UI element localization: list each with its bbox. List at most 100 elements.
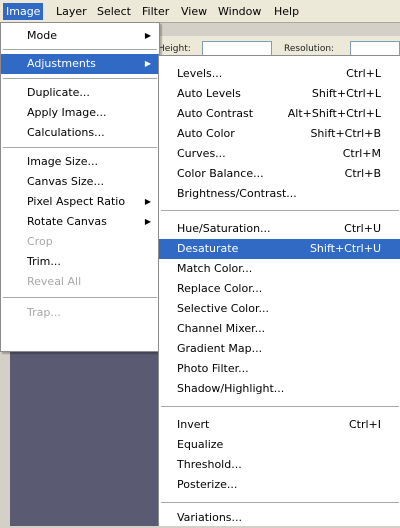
menu-item-threshold-label: Threshold... — [177, 458, 242, 471]
menu-select[interactable]: Select — [94, 4, 134, 19]
shortcut-text: Shift+Ctrl+L — [311, 87, 381, 100]
menu-item-desaturate-label: Desaturate — [177, 242, 239, 255]
menu-item-rotate-canvas[interactable]: Rotate Canvas ▶ — [1, 212, 159, 232]
menu-item-reveal-all: Reveal All — [1, 272, 159, 292]
menu-item-auto-color[interactable]: Auto Color Shift+Ctrl+B — [159, 124, 400, 144]
menu-item-mode-label: Mode — [27, 29, 57, 42]
resolution-field[interactable] — [350, 41, 400, 56]
shortcut-text: Shift+Ctrl+U — [309, 242, 381, 255]
menu-item-match-color-label: Match Color... — [177, 262, 253, 275]
separator — [161, 406, 399, 407]
menu-layer[interactable]: Layer — [53, 4, 90, 19]
separator — [3, 78, 157, 79]
menu-item-trim[interactable]: Trim... — [1, 252, 159, 272]
menu-item-reveal-all-label: Reveal All — [27, 275, 82, 288]
menu-item-curves-label: Curves... — [177, 147, 226, 160]
menu-item-calculations-label: Calculations... — [27, 126, 105, 139]
menu-item-equalize-label: Equalize — [177, 438, 224, 451]
document-canvas[interactable] — [10, 345, 158, 526]
menu-item-gradient-map-label: Gradient Map... — [177, 342, 263, 355]
menu-item-shadow-highlight[interactable]: Shadow/Highlight... — [159, 379, 400, 399]
menu-item-channel-mixer-label: Channel Mixer... — [177, 322, 266, 335]
menu-item-canvas-size[interactable]: Canvas Size... — [1, 172, 159, 192]
menu-item-variations[interactable]: Variations... — [159, 508, 400, 528]
separator — [161, 502, 399, 503]
separator — [161, 210, 399, 211]
menu-item-brightness-contrast[interactable]: Brightness/Contrast... — [159, 184, 400, 204]
menu-item-crop: Crop — [1, 232, 159, 252]
submenu-arrow-icon: ▶ — [144, 197, 151, 206]
menu-item-crop-label: Crop — [27, 235, 53, 248]
menu-item-selective-color-label: Selective Color... — [177, 302, 269, 315]
menu-item-match-color[interactable]: Match Color... — [159, 259, 400, 279]
menu-item-equalize[interactable]: Equalize — [159, 435, 400, 455]
menu-item-adjustments[interactable]: Adjustments ▶ — [1, 54, 159, 74]
menu-item-selective-color[interactable]: Selective Color... — [159, 299, 400, 319]
menu-item-threshold[interactable]: Threshold... — [159, 455, 400, 475]
menu-item-duplicate[interactable]: Duplicate... — [1, 83, 159, 103]
menu-item-hue-saturation-label: Hue/Saturation... — [177, 222, 271, 235]
menu-item-photo-filter[interactable]: Photo Filter... — [159, 359, 400, 379]
menu-item-trap: Trap... — [1, 303, 159, 323]
menu-window[interactable]: Window — [215, 4, 264, 19]
menu-item-pixel-aspect-ratio-label: Pixel Aspect Ratio — [27, 195, 126, 208]
menu-item-trap-label: Trap... — [27, 306, 61, 319]
separator — [3, 147, 157, 148]
menu-item-posterize[interactable]: Posterize... — [159, 475, 400, 495]
menu-item-mode[interactable]: Mode ▶ — [1, 26, 159, 46]
shortcut-text: Shift+Ctrl+B — [310, 127, 381, 140]
shortcut-text: Alt+Shift+Ctrl+L — [287, 107, 381, 120]
menu-item-duplicate-label: Duplicate... — [27, 86, 90, 99]
menu-item-photo-filter-label: Photo Filter... — [177, 362, 249, 375]
menu-item-apply-image[interactable]: Apply Image... — [1, 103, 159, 123]
menu-item-calculations[interactable]: Calculations... — [1, 123, 159, 143]
menu-item-auto-color-label: Auto Color — [177, 127, 235, 140]
shortcut-text: Ctrl+M — [342, 147, 381, 160]
menu-item-hue-saturation[interactable]: Hue/Saturation... Ctrl+U — [159, 219, 400, 239]
menu-item-adjustments-label: Adjustments — [27, 57, 96, 70]
menu-item-levels-label: Levels... — [177, 67, 223, 80]
shortcut-text: Ctrl+B — [344, 167, 381, 180]
menu-item-brightness-contrast-label: Brightness/Contrast... — [177, 187, 297, 200]
submenu-arrow-icon: ▶ — [144, 31, 151, 40]
separator — [3, 49, 157, 50]
menu-item-trim-label: Trim... — [27, 255, 61, 268]
adjustments-submenu: Levels... Ctrl+L Auto Levels Shift+Ctrl+… — [158, 55, 400, 526]
menu-filter[interactable]: Filter — [139, 4, 172, 19]
menu-item-rotate-canvas-label: Rotate Canvas — [27, 215, 107, 228]
menu-item-invert-label: Invert — [177, 418, 210, 431]
menu-view[interactable]: View — [178, 4, 210, 19]
menu-item-gradient-map[interactable]: Gradient Map... — [159, 339, 400, 359]
menu-item-color-balance-label: Color Balance... — [177, 167, 264, 180]
height-label: Height: — [158, 44, 191, 54]
menu-item-image-size[interactable]: Image Size... — [1, 152, 159, 172]
menu-item-shadow-highlight-label: Shadow/Highlight... — [177, 382, 285, 395]
menu-item-desaturate[interactable]: Desaturate Shift+Ctrl+U — [159, 239, 400, 259]
menu-image[interactable]: Image — [3, 3, 44, 20]
menu-item-canvas-size-label: Canvas Size... — [27, 175, 104, 188]
menu-item-levels[interactable]: Levels... Ctrl+L — [159, 64, 400, 84]
menu-item-auto-contrast[interactable]: Auto Contrast Alt+Shift+Ctrl+L — [159, 104, 400, 124]
menu-item-color-balance[interactable]: Color Balance... Ctrl+B — [159, 164, 400, 184]
menu-item-pixel-aspect-ratio[interactable]: Pixel Aspect Ratio ▶ — [1, 192, 159, 212]
menu-item-channel-mixer[interactable]: Channel Mixer... — [159, 319, 400, 339]
separator — [3, 297, 157, 298]
menu-item-replace-color[interactable]: Replace Color... — [159, 279, 400, 299]
menu-item-auto-levels[interactable]: Auto Levels Shift+Ctrl+L — [159, 84, 400, 104]
height-field[interactable] — [202, 41, 272, 56]
submenu-arrow-icon: ▶ — [144, 59, 151, 68]
shortcut-text: Ctrl+U — [344, 222, 381, 235]
menu-item-apply-image-label: Apply Image... — [27, 106, 107, 119]
menu-item-auto-contrast-label: Auto Contrast — [177, 107, 254, 120]
menu-help[interactable]: Help — [271, 4, 302, 19]
shortcut-text: Ctrl+L — [346, 67, 381, 80]
menu-bar: Image Layer Select Filter View Window He… — [0, 0, 400, 23]
menu-item-replace-color-label: Replace Color... — [177, 282, 263, 295]
menu-item-variations-label: Variations... — [177, 511, 243, 524]
menu-item-image-size-label: Image Size... — [27, 155, 99, 168]
menu-item-invert[interactable]: Invert Ctrl+I — [159, 415, 400, 435]
menu-item-curves[interactable]: Curves... Ctrl+M — [159, 144, 400, 164]
shortcut-text: Ctrl+I — [348, 418, 381, 431]
menu-item-auto-levels-label: Auto Levels — [177, 87, 241, 100]
menu-item-posterize-label: Posterize... — [177, 478, 238, 491]
